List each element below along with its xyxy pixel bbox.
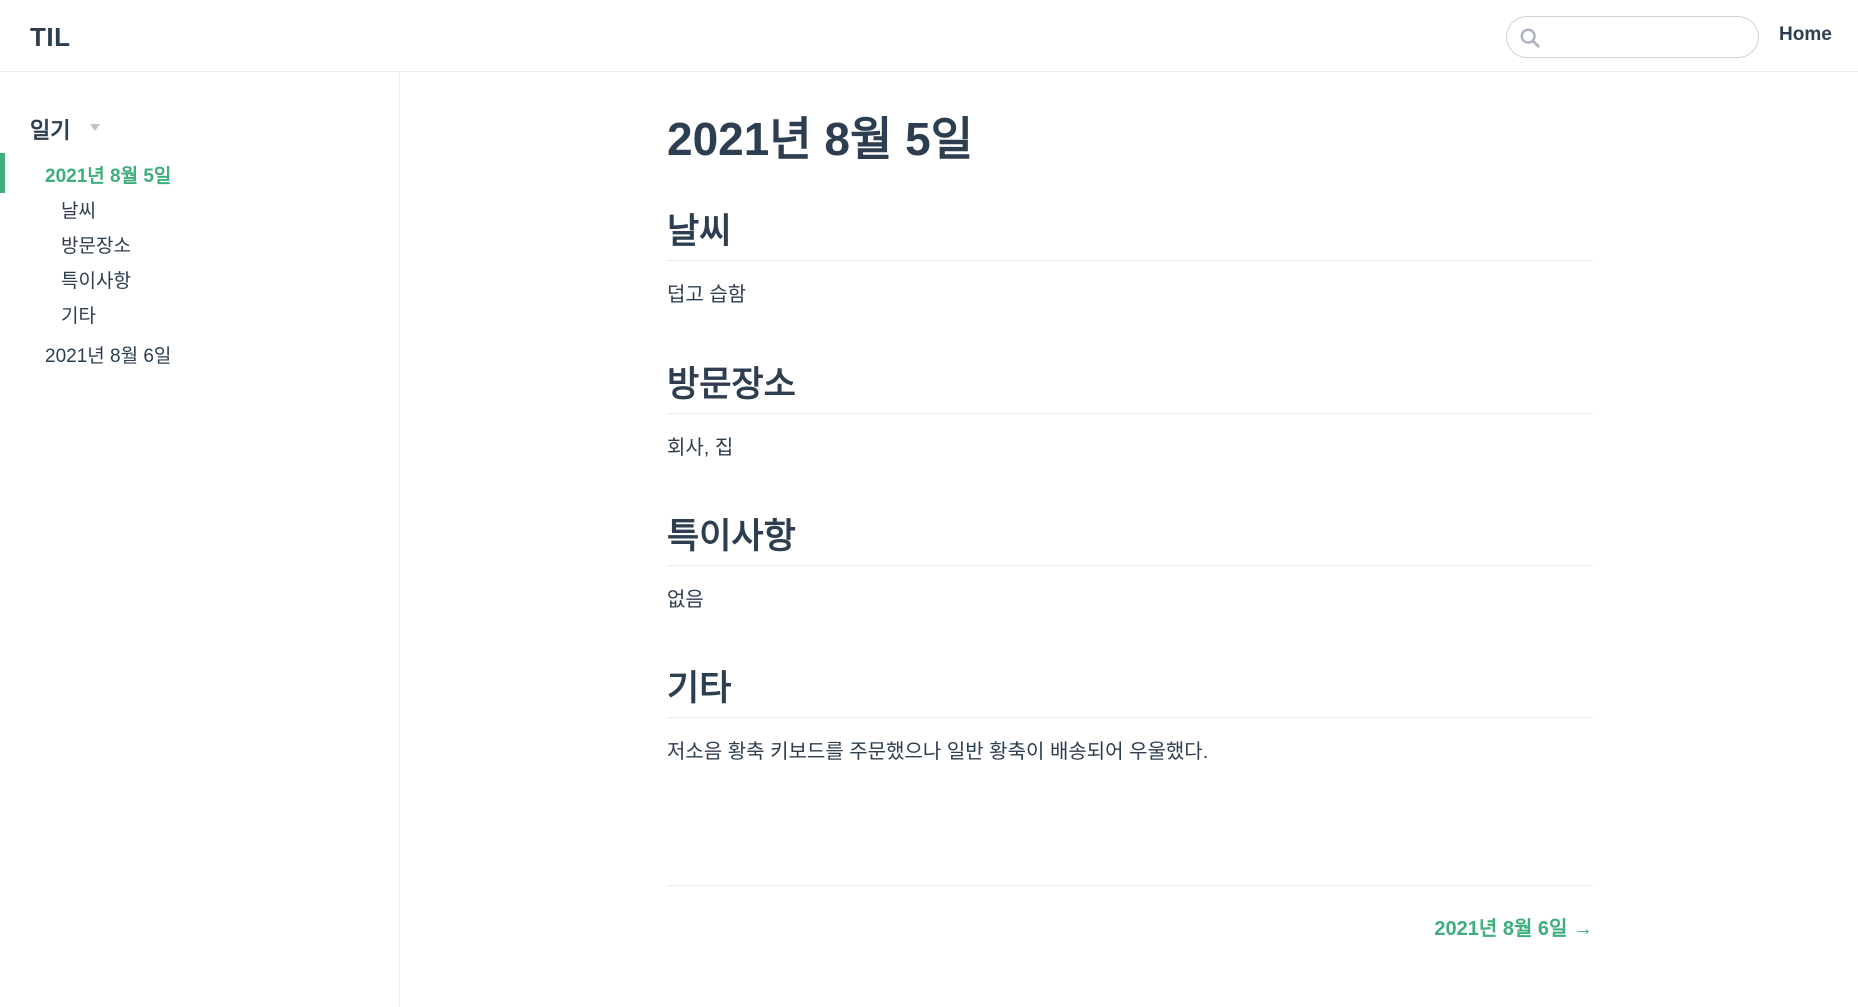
sidebar-item-next-day[interactable]: 2021년 8월 6일 (45, 341, 171, 368)
section-text-weather: 덥고 습함 (667, 284, 747, 306)
nav-home-link[interactable]: Home (1779, 24, 1832, 46)
search-input[interactable] (1553, 17, 1748, 57)
sidebar: 일기 2021년 8월 5일 날씨 방문장소 특이사항 기타 2021년 8월 … (0, 73, 400, 1007)
page-nav-divider (667, 885, 1593, 886)
active-indicator (0, 153, 5, 193)
sidebar-item-active[interactable]: 2021년 8월 5일 (45, 161, 171, 188)
search-box[interactable] (1506, 16, 1759, 58)
sidebar-subitem-weather[interactable]: 날씨 (61, 196, 96, 223)
section-text-etc: 저소음 황축 키보드를 주문했으나 일반 황축이 배송되어 우울했다. (667, 741, 1209, 763)
section-text-places: 회사, 집 (667, 437, 734, 459)
caret-down-icon[interactable] (90, 124, 100, 131)
section-heading-places: 방문장소 (667, 356, 1593, 414)
section-heading-weather: 날씨 (667, 203, 1593, 261)
page-title: 2021년 8월 5일 (667, 113, 974, 165)
sidebar-group-title[interactable]: 일기 (30, 113, 70, 145)
sidebar-subitem-etc[interactable]: 기타 (61, 301, 96, 328)
search-icon (1520, 28, 1540, 48)
section-heading-etc: 기타 (667, 660, 1593, 718)
next-page-link[interactable]: 2021년 8월 6일 → (1434, 912, 1593, 941)
site-name-link[interactable]: TIL (30, 22, 71, 53)
navbar: TIL Home (0, 0, 1858, 72)
section-text-notes: 없음 (667, 589, 704, 611)
section-heading-notes: 특이사항 (667, 508, 1593, 566)
sidebar-subitem-places[interactable]: 방문장소 (61, 231, 131, 258)
sidebar-subitem-notes[interactable]: 특이사항 (61, 266, 131, 293)
